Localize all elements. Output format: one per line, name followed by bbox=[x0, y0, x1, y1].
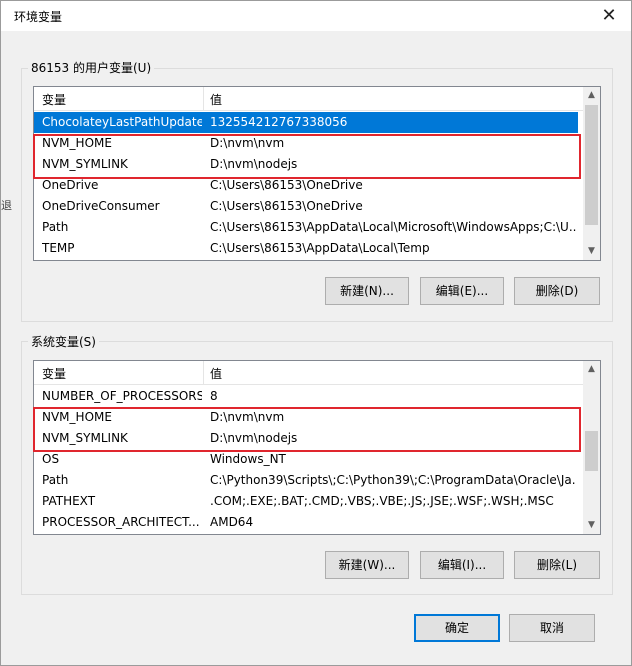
side-mark: 退 bbox=[1, 199, 12, 212]
variable-value: C:\Users\86153\OneDrive bbox=[210, 199, 363, 213]
scroll-thumb[interactable] bbox=[585, 431, 598, 471]
variable-value: .COM;.EXE;.BAT;.CMD;.VBS;.VBE;.JS;.JSE;.… bbox=[210, 494, 554, 508]
variable-name: NVM_SYMLINK bbox=[42, 157, 128, 171]
user-variables-label: 86153 的用户变量(U) bbox=[28, 59, 155, 76]
title-bar: 环境变量 ✕ bbox=[1, 1, 631, 31]
system-delete-button[interactable]: 删除(L) bbox=[514, 551, 600, 579]
scroll-down-icon[interactable]: ▼ bbox=[583, 243, 600, 260]
table-row[interactable]: NVM_SYMLINK D:\nvm\nodejs bbox=[34, 154, 578, 175]
vertical-scrollbar[interactable]: ▲ ▼ bbox=[583, 87, 600, 260]
variable-name: NVM_HOME bbox=[42, 136, 112, 150]
variable-value: D:\nvm\nodejs bbox=[210, 431, 298, 445]
table-row[interactable]: NVM_HOME D:\nvm\nvm bbox=[34, 407, 578, 428]
system-new-button[interactable]: 新建(W)... bbox=[325, 551, 409, 579]
variable-name: PATHEXT bbox=[42, 494, 96, 508]
vertical-scrollbar[interactable]: ▲ ▼ bbox=[583, 361, 600, 534]
table-row[interactable]: NUMBER_OF_PROCESSORS 8 bbox=[34, 386, 578, 407]
table-row[interactable]: Path C:\Users\86153\AppData\Local\Micros… bbox=[34, 217, 578, 238]
column-divider[interactable] bbox=[203, 361, 204, 385]
variable-name: NVM_HOME bbox=[42, 410, 112, 424]
column-divider[interactable] bbox=[203, 87, 204, 111]
variable-value: Windows_NT bbox=[210, 452, 286, 466]
variable-name: PROCESSOR_ARCHITECT... bbox=[42, 515, 200, 529]
column-header-value[interactable]: 值 bbox=[210, 365, 222, 382]
table-row[interactable]: OS Windows_NT bbox=[34, 449, 578, 470]
system-variables-list[interactable]: 变量 值 NUMBER_OF_PROCESSORS 8 NVM_HOME D:\… bbox=[33, 360, 601, 535]
variable-value: D:\nvm\nvm bbox=[210, 136, 285, 150]
column-header-name[interactable]: 变量 bbox=[42, 91, 66, 108]
table-row[interactable]: OneDriveConsumer C:\Users\86153\OneDrive bbox=[34, 196, 578, 217]
table-row[interactable]: NVM_SYMLINK D:\nvm\nodejs bbox=[34, 428, 578, 449]
window-title: 环境变量 bbox=[14, 10, 63, 24]
table-row[interactable]: TEMP C:\Users\86153\AppData\Local\Temp bbox=[34, 238, 578, 259]
variable-value: C:\Users\86153\AppData\Local\Microsoft\W… bbox=[210, 220, 576, 234]
column-header-name[interactable]: 变量 bbox=[42, 365, 66, 382]
table-row[interactable]: PATHEXT .COM;.EXE;.BAT;.CMD;.VBS;.VBE;.J… bbox=[34, 491, 578, 512]
scroll-down-icon[interactable]: ▼ bbox=[583, 517, 600, 534]
variable-name: NVM_SYMLINK bbox=[42, 431, 128, 445]
user-new-button[interactable]: 新建(N)... bbox=[325, 277, 409, 305]
variable-value: AMD64 bbox=[210, 515, 254, 529]
column-header-value[interactable]: 值 bbox=[210, 91, 222, 108]
variable-name: Path bbox=[42, 220, 69, 234]
list-header: 变量 值 bbox=[34, 361, 600, 385]
user-edit-button[interactable]: 编辑(E)... bbox=[420, 277, 504, 305]
table-row[interactable]: NVM_HOME D:\nvm\nvm bbox=[34, 133, 578, 154]
close-icon[interactable]: ✕ bbox=[599, 6, 619, 26]
cancel-button[interactable]: 取消 bbox=[509, 614, 595, 642]
table-row[interactable]: Path C:\Python39\Scripts\;C:\Python39\;C… bbox=[34, 470, 578, 491]
variable-name: OneDriveConsumer bbox=[42, 199, 160, 213]
table-row[interactable]: OneDrive C:\Users\86153\OneDrive bbox=[34, 175, 578, 196]
scroll-up-icon[interactable]: ▲ bbox=[583, 361, 600, 378]
variable-value: C:\Python39\Scripts\;C:\Python39\;C:\Pro… bbox=[210, 473, 576, 487]
variable-value: 132554212767338056 bbox=[210, 115, 348, 129]
variable-name: TEMP bbox=[42, 241, 75, 255]
table-row[interactable]: PROCESSOR_ARCHITECT... AMD64 bbox=[34, 512, 578, 533]
variable-name: NUMBER_OF_PROCESSORS bbox=[42, 389, 202, 403]
variable-value: C:\Users\86153\AppData\Local\Temp bbox=[210, 241, 430, 255]
variable-name: OS bbox=[42, 452, 60, 466]
variable-value: 8 bbox=[210, 389, 218, 403]
list-header: 变量 值 bbox=[34, 87, 600, 111]
variable-value: D:\nvm\nodejs bbox=[210, 157, 298, 171]
system-edit-button[interactable]: 编辑(I)... bbox=[420, 551, 504, 579]
table-row[interactable]: ChocolateyLastPathUpdate 132554212767338… bbox=[34, 112, 578, 133]
system-variables-label: 系统变量(S) bbox=[28, 333, 99, 350]
user-delete-button[interactable]: 删除(D) bbox=[514, 277, 600, 305]
variable-value: D:\nvm\nvm bbox=[210, 410, 285, 424]
ok-button[interactable]: 确定 bbox=[414, 614, 500, 642]
variable-name: ChocolateyLastPathUpdate bbox=[42, 115, 202, 129]
scroll-up-icon[interactable]: ▲ bbox=[583, 87, 600, 104]
variable-name: OneDrive bbox=[42, 178, 99, 192]
variable-value: C:\Users\86153\OneDrive bbox=[210, 178, 363, 192]
variable-name: Path bbox=[42, 473, 69, 487]
user-variables-list[interactable]: 变量 值 ChocolateyLastPathUpdate 1325542127… bbox=[33, 86, 601, 261]
environment-variables-dialog: 环境变量 ✕ 退 86153 的用户变量(U) 变量 值 ChocolateyL… bbox=[0, 0, 632, 666]
scroll-thumb[interactable] bbox=[585, 105, 598, 225]
